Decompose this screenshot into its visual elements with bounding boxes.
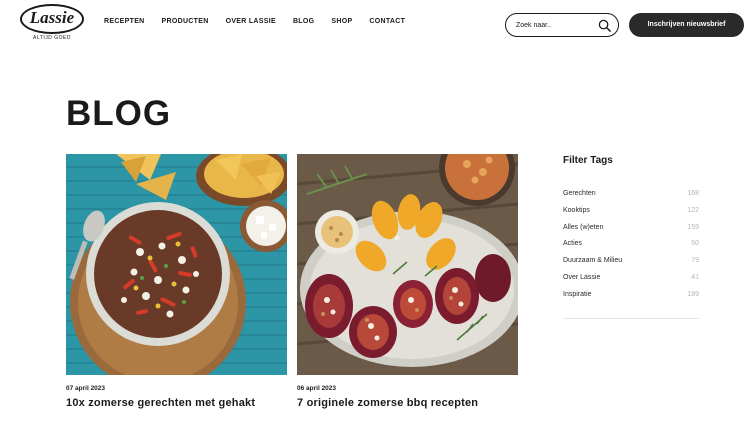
filter-tag-alles-weten[interactable]: Alles (w)eten 159 bbox=[563, 224, 699, 241]
lassie-logo[interactable]: Lassie ALTIJD GOED bbox=[20, 4, 86, 44]
search-box bbox=[505, 13, 619, 37]
filter-tag-label: Inspiratie bbox=[563, 290, 592, 298]
filter-tag-count: 41 bbox=[691, 273, 699, 281]
blog-card[interactable]: 07 april 2023 10x zomerse gerechten met … bbox=[66, 154, 287, 409]
filter-divider bbox=[563, 317, 699, 319]
nav-item-shop[interactable]: SHOP bbox=[331, 18, 352, 25]
filter-tag-count: 122 bbox=[687, 206, 699, 214]
bowl-salad-photo[interactable] bbox=[66, 154, 287, 375]
filter-tag-list: Gerechten 168 Kooktips 122 Alles (w)eten… bbox=[563, 190, 699, 308]
blog-card[interactable]: 06 april 2023 7 originele zomerse bbq re… bbox=[297, 154, 518, 409]
subscribe-newsletter-button[interactable]: Inschrijven nieuwsbrief bbox=[629, 13, 744, 37]
filter-tag-over-lassie[interactable]: Over Lassie 41 bbox=[563, 274, 699, 291]
search-icon[interactable] bbox=[598, 19, 611, 32]
filter-tag-count: 79 bbox=[691, 257, 699, 265]
nav-item-contact[interactable]: CONTACT bbox=[369, 18, 405, 25]
filter-tag-kooktips[interactable]: Kooktips 122 bbox=[563, 207, 699, 224]
post-date: 07 april 2023 bbox=[66, 385, 106, 392]
filter-tag-label: Kooktips bbox=[563, 206, 590, 214]
filter-tag-duurzaam-milieu[interactable]: Duurzaam & Milieu 79 bbox=[563, 257, 699, 274]
search-input[interactable] bbox=[516, 19, 596, 32]
filter-tag-acties[interactable]: Acties 50 bbox=[563, 240, 699, 257]
site-header: Lassie ALTIJD GOED RECEPTEN PRODUCTEN OV… bbox=[0, 0, 750, 48]
post-date: 06 april 2023 bbox=[297, 385, 337, 392]
nav-item-over-lassie[interactable]: OVER LASSIE bbox=[226, 18, 276, 25]
nav-item-recepten[interactable]: RECEPTEN bbox=[104, 18, 145, 25]
grilled-vegetables-photo[interactable] bbox=[297, 154, 518, 375]
nav-item-producten[interactable]: PRODUCTEN bbox=[162, 18, 209, 25]
filter-tag-count: 50 bbox=[691, 240, 699, 248]
post-title[interactable]: 7 originele zomerse bbq recepten bbox=[297, 398, 518, 409]
filter-tag-label: Gerechten bbox=[563, 190, 596, 197]
filter-tag-label: Over Lassie bbox=[563, 273, 601, 281]
logo-tagline: ALTIJD GOED bbox=[33, 35, 71, 41]
filter-tag-count: 189 bbox=[687, 290, 699, 298]
page-title: BLOG bbox=[66, 94, 172, 133]
filter-tag-count: 159 bbox=[687, 223, 699, 231]
filter-tag-label: Duurzaam & Milieu bbox=[563, 257, 623, 265]
nav-item-blog[interactable]: BLOG bbox=[293, 18, 314, 25]
filter-tag-label: Alles (w)eten bbox=[563, 223, 604, 231]
filter-tag-gerechten[interactable]: Gerechten 168 bbox=[563, 190, 699, 207]
filter-tag-label: Acties bbox=[563, 240, 583, 248]
filter-title: Filter Tags bbox=[563, 155, 613, 166]
logo-wordmark: Lassie bbox=[29, 8, 75, 27]
post-title[interactable]: 10x zomerse gerechten met gehakt bbox=[66, 398, 287, 409]
filter-tag-inspiratie[interactable]: Inspiratie 189 bbox=[563, 291, 699, 308]
main-nav: RECEPTEN PRODUCTEN OVER LASSIE BLOG SHOP… bbox=[104, 18, 422, 25]
filter-tags-panel: Filter Tags Gerechten 168 Kooktips 122 A… bbox=[563, 155, 699, 319]
filter-tag-count: 168 bbox=[687, 190, 699, 197]
